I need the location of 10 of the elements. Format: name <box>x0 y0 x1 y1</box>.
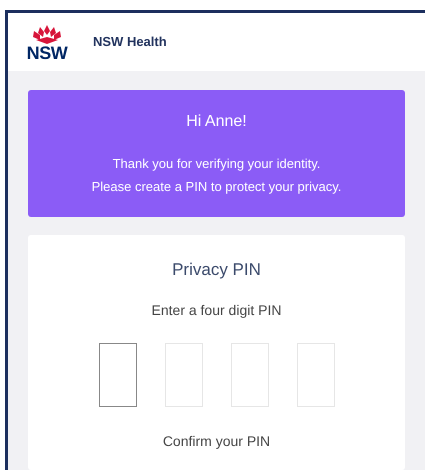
banner-message: Please create a PIN to protect your privacy. <box>92 178 342 196</box>
pin-prompt: Enter a four digit PIN <box>152 300 282 320</box>
logo-text: NSW <box>26 45 68 61</box>
pin-digit-field[interactable] <box>98 342 136 406</box>
banner-message: Thank you for verifying your identity. <box>112 155 320 173</box>
confirm-pin-label: Confirm your PIN <box>162 432 270 451</box>
waratah-flower-icon <box>30 23 64 45</box>
greeting: Hi Anne! <box>186 112 247 132</box>
app-title: NSW Health <box>93 33 167 52</box>
card-title: Privacy PIN <box>172 259 261 281</box>
